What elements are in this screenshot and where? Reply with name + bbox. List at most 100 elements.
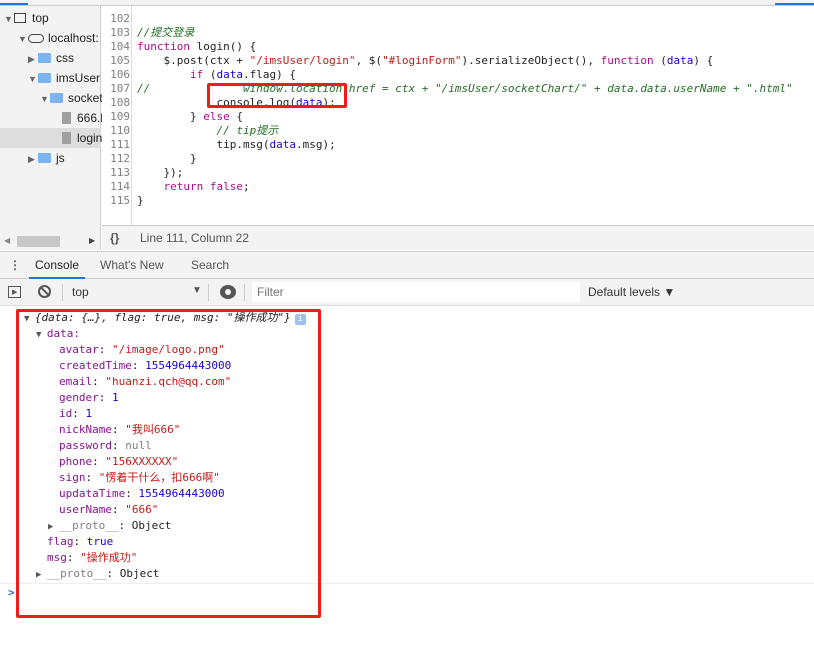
line-number: 114 [110,180,130,193]
code-token: else [203,110,230,123]
code-token: ( [203,68,217,81]
code-token: data [216,68,243,81]
console-prompt[interactable]: > [8,585,15,601]
more-menu-icon[interactable]: ⋮ [9,252,21,279]
code-token: "/imsUser/login" [249,54,356,67]
expand-arrow-icon[interactable]: ▼ [28,69,38,89]
tab-whats-new[interactable]: What's New [100,252,164,279]
code-token: } [137,110,204,123]
sidebar-item-login[interactable]: login [0,128,103,148]
drawer-tabs: ⋮ Console What's New Search [0,251,814,279]
code-token: .flag) { [242,68,296,81]
divider [244,284,245,301]
code-token: function [137,40,190,53]
line-number: 102 [110,12,130,25]
code-token: false [209,180,243,193]
tab-indicator [0,3,28,5]
tab-indicator [775,3,814,5]
line-number: 104 [110,40,130,53]
code-line: function login() { [137,40,256,54]
sidebar-item-top[interactable]: ▼ top [0,8,101,28]
code-token: } [137,152,197,165]
sidebar-item-666-html[interactable]: 666.html [0,108,123,128]
line-number: 115 [110,194,130,207]
expand-arrow-icon[interactable]: ▼ [40,89,50,109]
sidebar-item-label: localhost: [48,31,99,45]
code-token: return [163,180,204,193]
code-line: } [137,194,144,208]
code-token: data [666,54,694,67]
scroll-right-arrow[interactable]: ▶ [89,236,95,245]
sidebar-item-socketchart[interactable]: ▼ socketChart [0,88,132,109]
line-number: 113 [110,166,130,179]
filter-input[interactable] [252,282,580,302]
line-number: 105 [110,54,130,67]
line-number: 107 [110,82,130,95]
code-token: function [600,54,654,67]
scroll-left-arrow[interactable]: ◀ [4,236,10,245]
code-token: } [137,194,144,207]
code-line: //提交登录 [137,26,194,40]
sidebar-item-label: js [56,151,65,165]
code-token: login() { [189,40,257,53]
sidebar-item-label: imsUser [56,71,100,85]
editor-status-bar: {} Line 111, Column 22 [102,225,814,250]
tab-console[interactable]: Console [29,252,86,279]
code-line: return false; [137,180,250,194]
sidebar-item-js[interactable]: ▶ js [0,148,101,168]
line-number: 106 [110,68,130,81]
highlight-box [16,309,321,618]
horizontal-scrollbar[interactable] [17,236,60,247]
sidebar-item-label: login [77,131,103,145]
folder-icon [38,73,51,83]
eye-icon[interactable] [220,285,236,299]
code-token: , $( [355,54,383,67]
tab-search[interactable]: Search [191,252,229,279]
file-icon [62,132,71,144]
code-line: } else { [137,110,243,124]
line-number: 111 [110,138,130,151]
expand-arrow-icon[interactable]: ▼ [18,29,28,49]
expand-arrow-icon[interactable]: ▶ [28,149,38,169]
code-token: "#loginForm" [382,54,462,67]
cursor-position: Line 111, Column 22 [140,231,249,245]
line-number: 108 [110,96,130,109]
code-token: $.post(ctx + [137,54,250,67]
context-select[interactable]: top [72,285,89,299]
code-token: // tip提示 [137,124,279,137]
console-toolbar: ▶ top ▼ Default levels ▼ [0,279,814,306]
sidebar-item-css[interactable]: ▶ css [0,48,101,68]
sidebar-toggle-icon[interactable]: ▶ [8,286,21,298]
code-token: { [229,110,243,123]
code-line: $.post(ctx + "/imsUser/login", $("#login… [137,54,713,68]
code-line: if (data.flag) { [137,68,296,82]
clear-console-icon[interactable] [38,285,51,298]
divider [208,284,209,301]
log-levels-dropdown[interactable]: Default levels ▼ [588,285,675,299]
line-number: 112 [110,152,130,165]
code-token: ; [243,180,250,193]
folder-icon [38,153,51,163]
code-line: } [137,152,197,166]
expand-arrow-icon[interactable]: ▼ [4,9,14,29]
divider [62,284,63,301]
sidebar-item-label: top [32,11,49,25]
sidebar-item-localhost-[interactable]: ▼ localhost: [0,28,101,48]
code-token: ).serializeObject(), [461,54,601,67]
code-token: //提交登录 [137,26,195,39]
file-icon [62,112,71,124]
line-number: 110 [110,124,130,137]
code-token: data [269,138,296,151]
pretty-print-icon[interactable]: {} [110,226,119,251]
sidebar-item-label: css [56,51,74,65]
code-token: tip.msg( [137,138,270,151]
sidebar-item-imsuser[interactable]: ▼ imsUser [0,68,101,88]
expand-arrow-icon[interactable]: ▶ [28,49,38,69]
line-number: 103 [110,26,130,39]
code-line: }); [137,166,183,180]
code-token: if [189,68,204,81]
context-dropdown-icon[interactable]: ▼ [192,285,202,296]
code-token: ) { [693,54,714,67]
